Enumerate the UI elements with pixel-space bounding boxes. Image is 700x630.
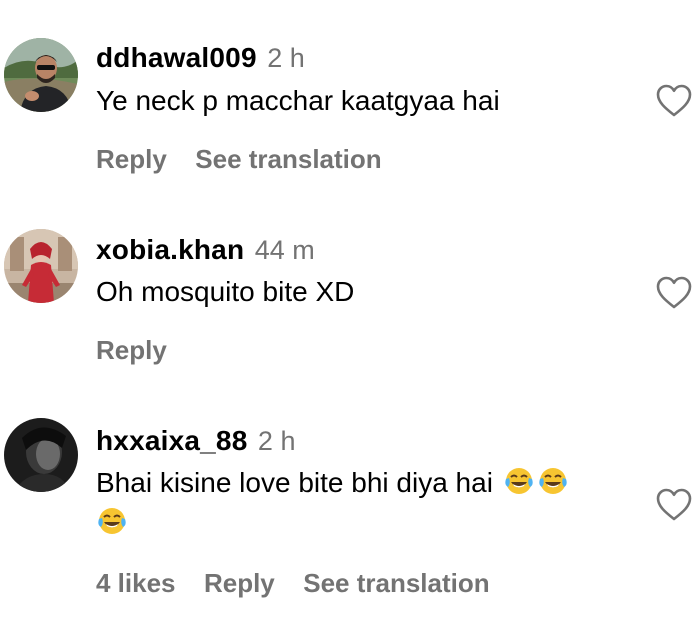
face-with-tears-of-joy-emoji-icon [537,465,569,497]
comment-item: hxxaixa_88 2 h Bhai kisine love bite bhi… [0,0,700,620]
likes-count-button[interactable]: 4 likes [96,568,176,598]
see-translation-button[interactable]: See translation [303,568,489,598]
comment-text-content: Bhai kisine love bite bhi diya hai [96,467,493,498]
comment-username[interactable]: hxxaixa_88 [96,425,247,456]
avatar[interactable] [4,418,78,492]
reply-button[interactable]: Reply [204,568,275,598]
comment-actions: 4 likes Reply See translation [96,570,514,596]
comment-text: Bhai kisine love bite bhi diya hai 😂😂😂 [96,463,646,543]
face-with-tears-of-joy-emoji-icon [96,505,128,537]
comment-header: hxxaixa_88 2 h [96,427,295,455]
comment-timestamp: 2 h [257,426,296,456]
user-avatar-dark-icon [4,418,78,492]
face-with-tears-of-joy-emoji-icon [503,465,535,497]
heart-outline-icon[interactable] [655,487,693,523]
